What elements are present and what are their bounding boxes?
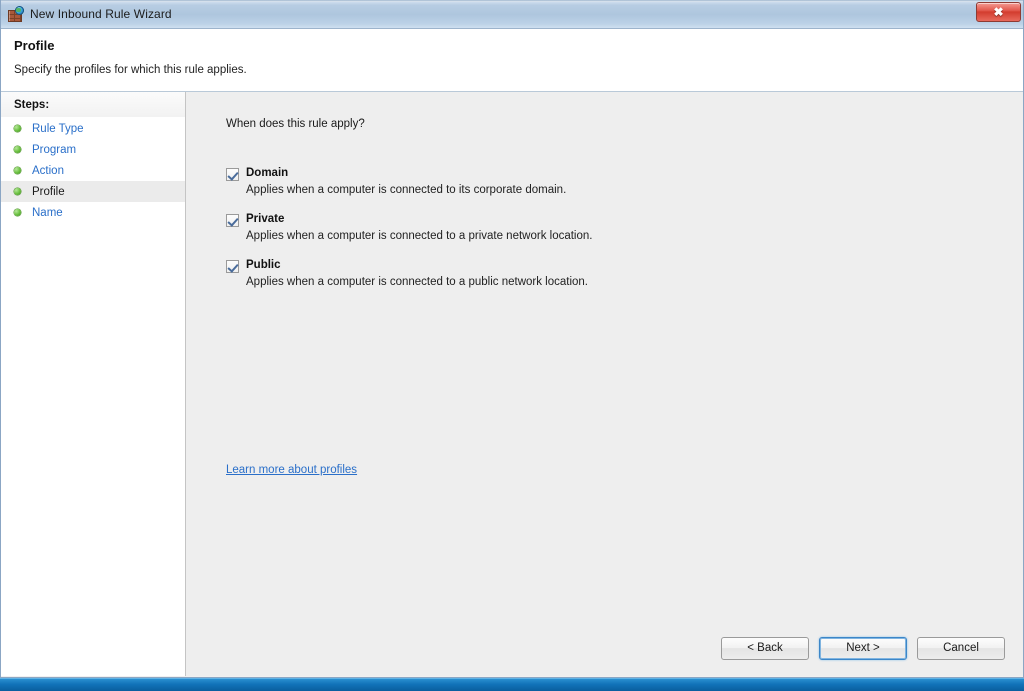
private-description: Applies when a computer is connected to …: [246, 230, 593, 242]
sidebar-item-profile[interactable]: Profile: [1, 181, 185, 202]
taskbar: [0, 678, 1024, 691]
public-description: Applies when a computer is connected to …: [246, 276, 589, 288]
profile-option-public[interactable]: Public: [226, 259, 1023, 273]
close-icon: ✖: [993, 5, 1004, 19]
steps-heading: Steps:: [1, 92, 185, 118]
steps-sidebar: Steps: Rule Type Program Action Profile …: [1, 92, 186, 676]
domain-label[interactable]: Domain: [246, 167, 288, 179]
sidebar-item-label: Name: [32, 206, 63, 219]
cancel-button[interactable]: Cancel: [917, 636, 1005, 660]
wizard-body: Steps: Rule Type Program Action Profile …: [1, 92, 1023, 676]
learn-more-link[interactable]: Learn more about profiles: [226, 464, 357, 476]
profile-option-domain[interactable]: Domain: [226, 167, 1023, 181]
next-button[interactable]: Next >: [819, 636, 907, 660]
public-checkbox[interactable]: [226, 260, 239, 273]
back-button[interactable]: < Back: [721, 636, 809, 660]
window-title: New Inbound Rule Wizard: [30, 7, 172, 21]
sidebar-item-label: Action: [32, 164, 64, 177]
step-bullet-icon: [14, 188, 21, 195]
wizard-window: New Inbound Rule Wizard ✖ Profile Specif…: [0, 0, 1024, 678]
domain-checkbox[interactable]: [226, 168, 239, 181]
window-title-bar: New Inbound Rule Wizard ✖: [1, 0, 1023, 29]
page-header: Profile Specify the profiles for which t…: [1, 29, 1023, 92]
page-subtitle: Specify the profiles for which this rule…: [14, 64, 247, 76]
public-label[interactable]: Public: [246, 259, 281, 271]
sidebar-item-name[interactable]: Name: [1, 202, 185, 223]
sidebar-item-rule-type[interactable]: Rule Type: [1, 118, 185, 139]
step-bullet-icon: [14, 125, 21, 132]
firewall-brick-globe-icon: [8, 6, 24, 22]
page-title: Profile: [14, 38, 55, 53]
sidebar-item-program[interactable]: Program: [1, 139, 185, 160]
sidebar-item-label: Profile: [32, 185, 65, 198]
sidebar-item-action[interactable]: Action: [1, 160, 185, 181]
private-checkbox[interactable]: [226, 214, 239, 227]
profile-option-private[interactable]: Private: [226, 213, 1023, 227]
sidebar-item-label: Program: [32, 143, 77, 156]
private-label[interactable]: Private: [246, 213, 284, 225]
wizard-footer: < Back Next > Cancel: [186, 620, 1023, 676]
domain-description: Applies when a computer is connected to …: [246, 184, 567, 196]
sidebar-item-label: Rule Type: [32, 122, 84, 135]
apply-prompt: When does this rule apply?: [226, 118, 365, 130]
step-bullet-icon: [14, 146, 21, 153]
step-bullet-icon: [14, 167, 21, 174]
main-pane: When does this rule apply? Domain Applie…: [186, 92, 1023, 676]
close-button[interactable]: ✖: [976, 2, 1021, 22]
step-bullet-icon: [14, 209, 21, 216]
